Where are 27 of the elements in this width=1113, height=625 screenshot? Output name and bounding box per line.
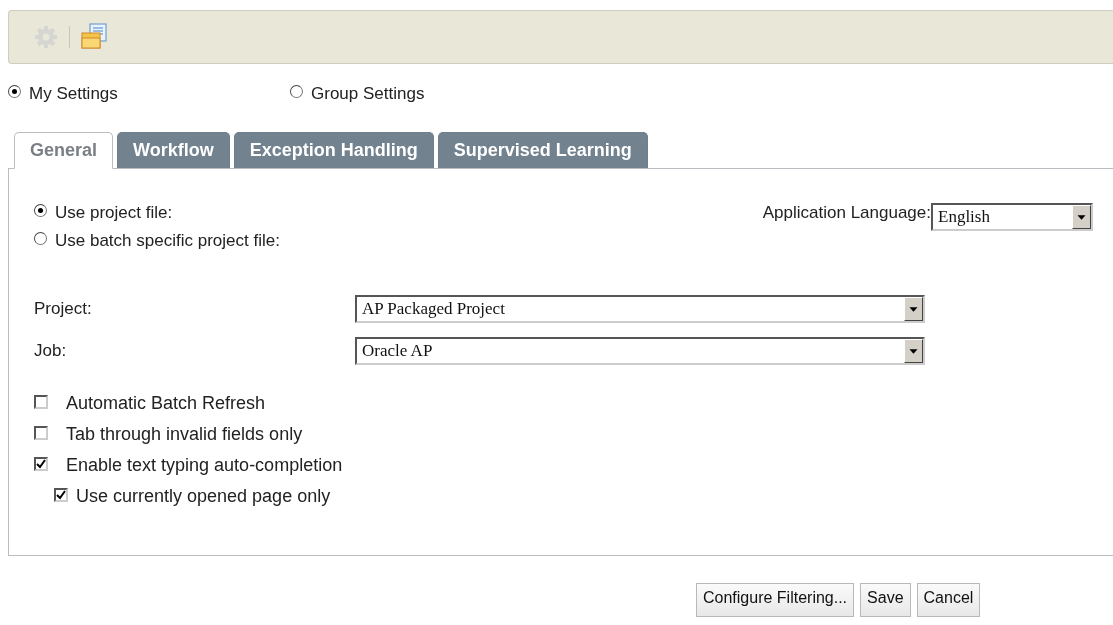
action-button[interactable]: Save [860,583,911,617]
option-checkbox[interactable]: Tab through invalid fields only [34,422,1113,447]
caret-icon [1072,205,1091,229]
tab[interactable]: Workflow [117,132,230,168]
caret-icon [904,339,923,363]
tab[interactable]: General [14,132,114,169]
scope-radio[interactable]: Group Settings [290,84,425,104]
language-label: Application Language: [762,203,931,223]
scope-radio[interactable]: My Settings [8,84,290,104]
folder-icon[interactable] [80,23,108,51]
dropdown-field[interactable]: AP Packaged Project [355,295,925,323]
option-checkbox[interactable]: Enable text typing auto-completion [34,453,1113,478]
option-checkbox[interactable]: Automatic Batch Refresh [34,391,1113,416]
option-checkbox[interactable]: Use currently opened page only [54,484,1113,509]
field-label: Project: [34,299,93,319]
field-label: Job: [34,341,68,361]
tab[interactable]: Supervised Learning [437,132,648,168]
dropdown-field[interactable]: Oracle AP [355,337,925,365]
project-source-radio[interactable]: Use project file: [34,203,280,223]
caret-icon [904,297,923,321]
language-select[interactable]: English [931,203,1093,231]
tab[interactable]: Exception Handling [233,132,434,168]
check-icon [36,458,46,469]
action-button[interactable]: Cancel [916,583,981,617]
action-button[interactable]: Configure Filtering... [696,583,855,617]
project-source-radio[interactable]: Use batch specific project file: [34,231,280,251]
check-icon [56,489,66,500]
